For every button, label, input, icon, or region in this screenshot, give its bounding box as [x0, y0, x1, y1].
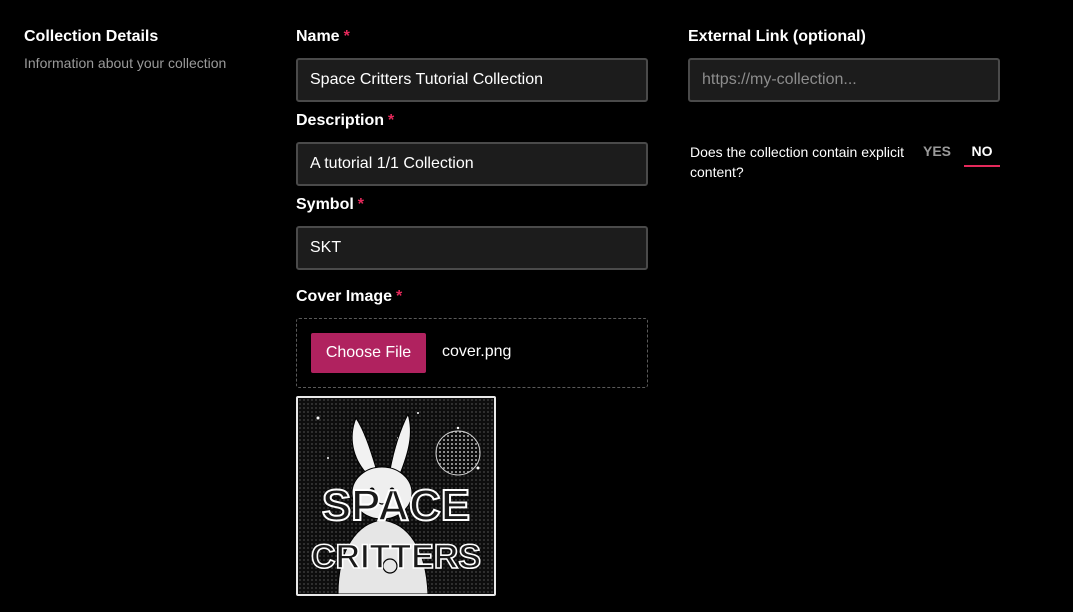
- cover-text-space: SPACE: [322, 481, 470, 530]
- selected-file-name: cover.png: [442, 343, 512, 360]
- section-title: Collection Details: [24, 28, 159, 45]
- explicit-content-question: Does the collection contain explicit con…: [690, 144, 905, 180]
- description-input[interactable]: [296, 142, 648, 186]
- cover-image-label-text: Cover Image: [296, 288, 393, 305]
- cover-text-critters: CRITTERS: [311, 538, 481, 576]
- cover-image-label: Cover Image *: [296, 288, 402, 306]
- required-mark: *: [396, 288, 403, 305]
- name-label: Name *: [296, 28, 350, 46]
- cover-image-preview: SPACE CRITTERS: [296, 396, 496, 596]
- symbol-label-text: Symbol: [296, 196, 354, 213]
- choose-file-button[interactable]: Choose File: [311, 333, 426, 373]
- name-label-text: Name: [296, 28, 340, 45]
- section-subtitle: Information about your collection: [24, 55, 227, 71]
- description-label-text: Description: [296, 112, 385, 129]
- explicit-no-option[interactable]: NO: [964, 143, 1000, 167]
- description-label: Description *: [296, 112, 394, 130]
- symbol-label: Symbol *: [296, 196, 364, 214]
- cover-art: SPACE CRITTERS: [298, 398, 494, 594]
- external-link-label: External Link (optional): [688, 28, 866, 45]
- file-dropzone[interactable]: Choose File cover.png: [296, 318, 648, 388]
- explicit-yes-option[interactable]: YES: [923, 143, 951, 159]
- required-mark: *: [343, 28, 350, 45]
- required-mark: *: [357, 196, 365, 213]
- symbol-input[interactable]: [296, 226, 648, 270]
- required-mark: *: [388, 112, 395, 129]
- external-link-input[interactable]: [688, 58, 1000, 102]
- name-input[interactable]: [296, 58, 648, 102]
